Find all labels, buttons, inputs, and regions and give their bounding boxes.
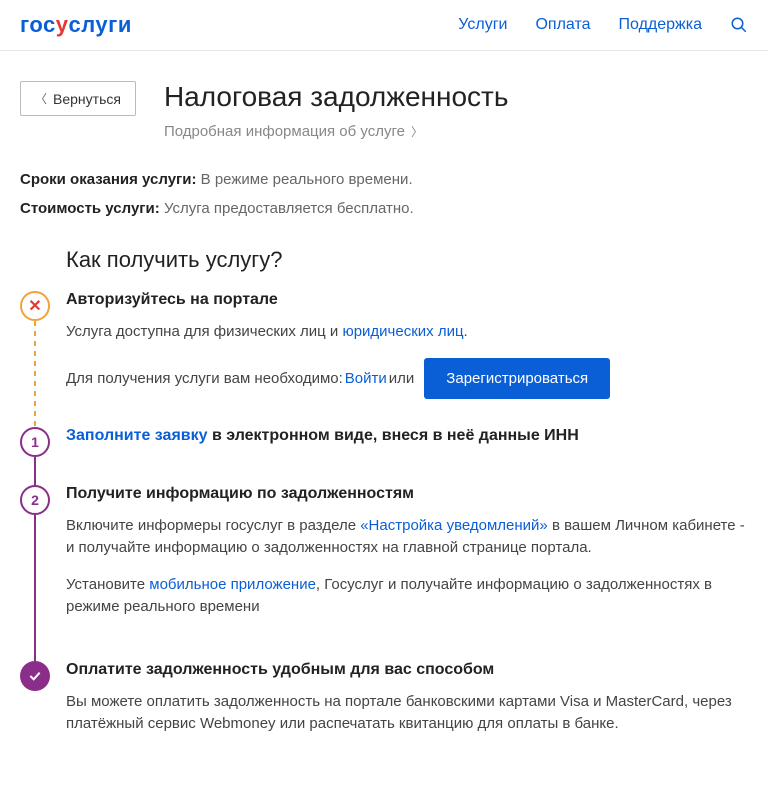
meta-cost: Стоимость услуги: Услуга предоставляется… <box>20 200 748 217</box>
logo-part-gos: гос <box>20 12 56 38</box>
connector <box>34 457 36 487</box>
top-nav: Услуги Оплата Поддержка <box>458 16 748 34</box>
detail-link-label: Подробная информация об услуге <box>164 123 405 140</box>
step-marker-2: 2 <box>20 485 50 515</box>
logo-part-u: у <box>56 12 69 38</box>
logo[interactable]: гос у слуги <box>20 12 132 38</box>
title-row: 〈 Вернуться Налоговая задолженность Подр… <box>0 51 768 151</box>
step-text: Установите мобильное приложение, Госуслу… <box>66 574 748 619</box>
service-meta: Сроки оказания услуги: В режиме реальног… <box>0 151 768 217</box>
back-button[interactable]: 〈 Вернуться <box>20 81 136 116</box>
search-icon[interactable] <box>730 16 748 34</box>
meta-cost-value: Услуга предоставляется бесплатно. <box>164 200 414 217</box>
meta-time-value: В режиме реального времени. <box>201 171 413 188</box>
step-title: Получите информацию по задолженностям <box>66 485 748 503</box>
step-marker-1: 1 <box>20 427 50 457</box>
step-marker-check-icon <box>20 661 50 691</box>
step-fill-form: 1 Заполните заявку в электронном виде, в… <box>20 427 748 485</box>
title-block: Налоговая задолженность Подробная информ… <box>164 81 748 141</box>
nav-services[interactable]: Услуги <box>458 16 507 34</box>
login-row: Для получения услуги вам необходимо: Вой… <box>66 358 748 399</box>
register-button[interactable]: Зарегистрироваться <box>424 358 610 399</box>
step-pay: Оплатите задолженность удобным для вас с… <box>20 661 748 778</box>
meta-time: Сроки оказания услуги: В режиме реальног… <box>20 171 748 188</box>
step-get-info: 2 Получите информацию по задолженностям … <box>20 485 748 661</box>
connector <box>34 515 36 663</box>
steps-section: Как получить услугу? ✕ Авторизуйтесь на … <box>0 229 768 808</box>
step-text: Вы можете оплатить задолженность на порт… <box>66 691 748 736</box>
logo-part-slugi: слуги <box>69 12 132 38</box>
site-header: гос у слуги Услуги Оплата Поддержка <box>0 0 768 51</box>
steps-list: ✕ Авторизуйтесь на портале Услуга доступ… <box>20 291 748 778</box>
fill-form-link[interactable]: Заполните заявку <box>66 427 208 444</box>
mobile-app-link[interactable]: мобильное приложение <box>149 576 316 593</box>
chevron-right-icon: 〉 <box>411 123 423 140</box>
step-text: Услуга доступна для физических лиц и юри… <box>66 321 748 344</box>
step-marker-x-icon: ✕ <box>20 291 50 321</box>
nav-payment[interactable]: Оплата <box>535 16 590 34</box>
back-button-label: Вернуться <box>53 91 121 107</box>
step-text: Включите информеры госуслуг в разделе «Н… <box>66 515 748 560</box>
step-title: Оплатите задолженность удобным для вас с… <box>66 661 748 679</box>
detail-link[interactable]: Подробная информация об услуге 〉 <box>164 123 423 140</box>
meta-cost-label: Стоимость услуги: <box>20 200 160 217</box>
meta-time-label: Сроки оказания услуги: <box>20 171 197 188</box>
steps-title: Как получить услугу? <box>66 247 748 273</box>
legal-entities-link[interactable]: юридических лиц <box>342 323 463 340</box>
step-title: Авторизуйтесь на портале <box>66 291 748 309</box>
nav-support[interactable]: Поддержка <box>619 16 702 34</box>
connector <box>34 321 36 429</box>
page-title: Налоговая задолженность <box>164 81 748 113</box>
step-authorize: ✕ Авторизуйтесь на портале Услуга доступ… <box>20 291 748 427</box>
notification-settings-link[interactable]: «Настройка уведомлений» <box>360 517 548 534</box>
step-title: Заполните заявку в электронном виде, вне… <box>66 427 748 445</box>
chevron-left-icon: 〈 <box>35 90 47 107</box>
login-link[interactable]: Войти <box>345 370 387 387</box>
